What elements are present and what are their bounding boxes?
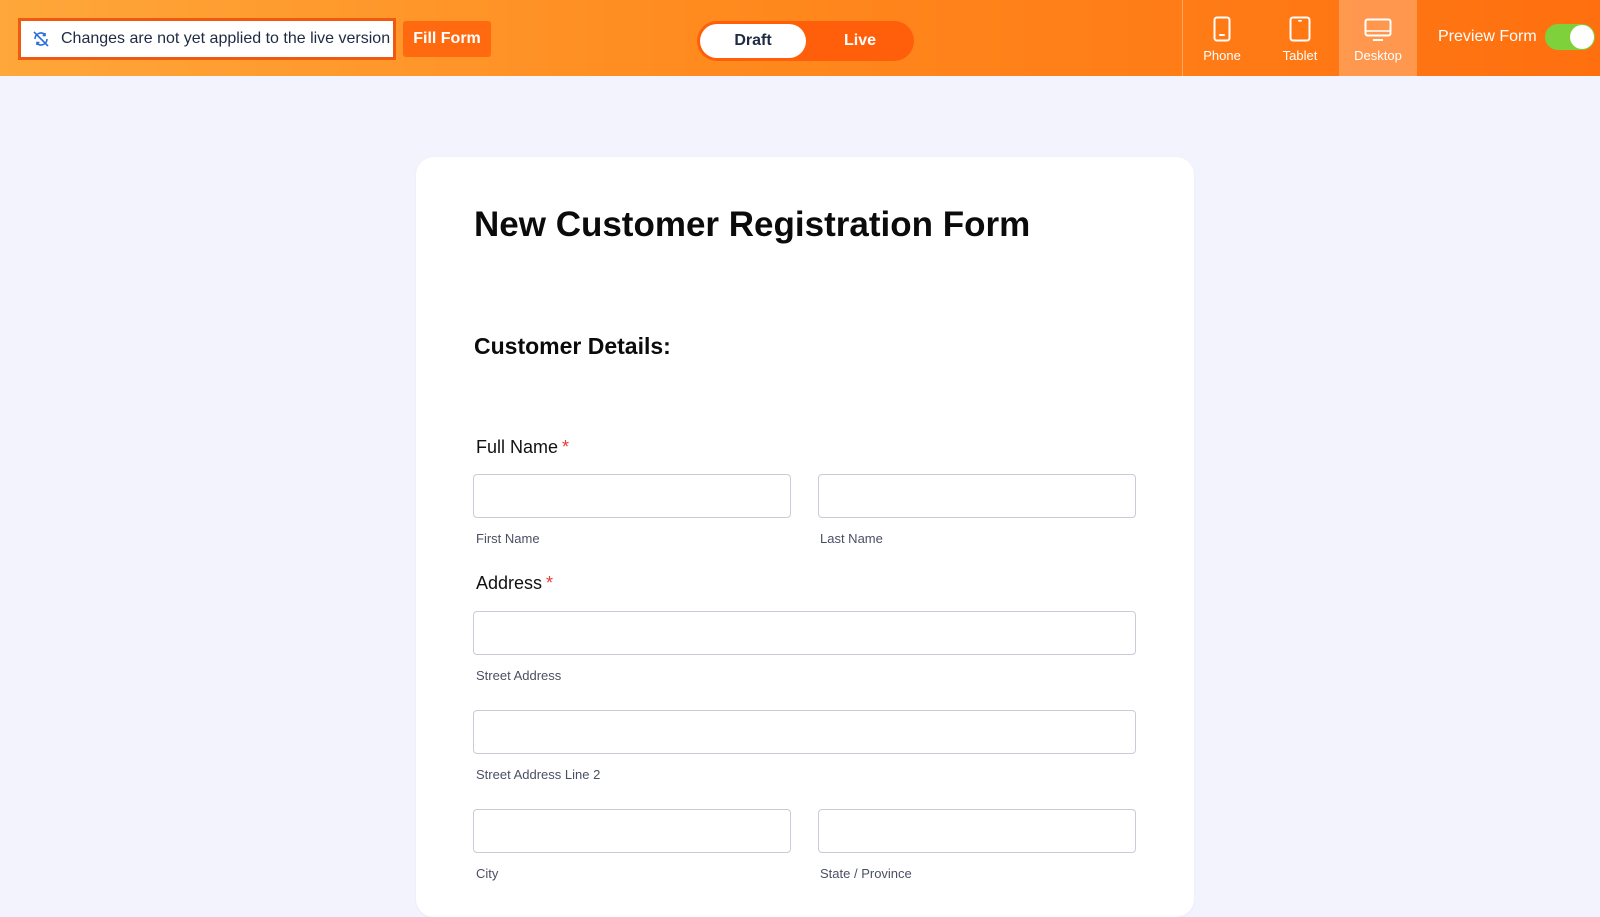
tablet-icon — [1289, 14, 1311, 42]
device-preview-switcher: Phone Tablet Desktop — [1182, 0, 1417, 76]
draft-live-toggle[interactable]: Draft Live — [697, 21, 914, 61]
street-address-input[interactable] — [473, 611, 1136, 655]
first-name-input[interactable] — [473, 474, 791, 518]
form-title: New Customer Registration Form — [474, 205, 1031, 244]
device-desktop-button[interactable]: Desktop — [1339, 0, 1417, 76]
preview-form-label: Preview Form — [1438, 28, 1537, 45]
unpublished-changes-notice[interactable]: Changes are not yet applied to the live … — [18, 18, 396, 60]
full-name-label: Full Name * — [476, 437, 570, 457]
state-province-sublabel: State / Province — [820, 866, 912, 881]
device-tablet-label: Tablet — [1282, 47, 1318, 63]
toggle-knob — [1569, 25, 1594, 49]
live-option[interactable]: Live — [809, 24, 911, 58]
form-card: New Customer Registration Form Customer … — [416, 157, 1194, 917]
sync-off-icon — [31, 29, 51, 49]
device-desktop-label: Desktop — [1354, 47, 1402, 63]
desktop-icon — [1364, 14, 1392, 42]
status-text: Changes are not yet applied to the live … — [61, 30, 391, 47]
device-phone-button[interactable]: Phone — [1183, 0, 1261, 76]
device-phone-label: Phone — [1203, 47, 1241, 63]
street-address-line2-sublabel: Street Address Line 2 — [476, 767, 601, 782]
street-address-line2-input[interactable] — [473, 710, 1136, 754]
required-asterisk: * — [562, 437, 570, 457]
device-tablet-button[interactable]: Tablet — [1261, 0, 1339, 76]
draft-option[interactable]: Draft — [700, 24, 806, 58]
city-input[interactable] — [473, 809, 791, 853]
first-name-sublabel: First Name — [476, 531, 540, 546]
top-bar: Changes are not yet applied to the live … — [0, 0, 1600, 76]
section-title: Customer Details: — [474, 333, 671, 359]
fill-form-button[interactable]: Fill Form — [403, 21, 491, 57]
street-address-sublabel: Street Address — [476, 668, 562, 683]
last-name-input[interactable] — [818, 474, 1136, 518]
city-sublabel: City — [476, 866, 499, 881]
last-name-sublabel: Last Name — [820, 531, 883, 546]
state-province-input[interactable] — [818, 809, 1136, 853]
required-asterisk: * — [546, 573, 554, 593]
address-label: Address * — [476, 573, 554, 593]
preview-form-control: Preview Form — [1438, 24, 1595, 50]
phone-icon — [1213, 14, 1231, 42]
preview-form-toggle[interactable] — [1544, 24, 1595, 50]
